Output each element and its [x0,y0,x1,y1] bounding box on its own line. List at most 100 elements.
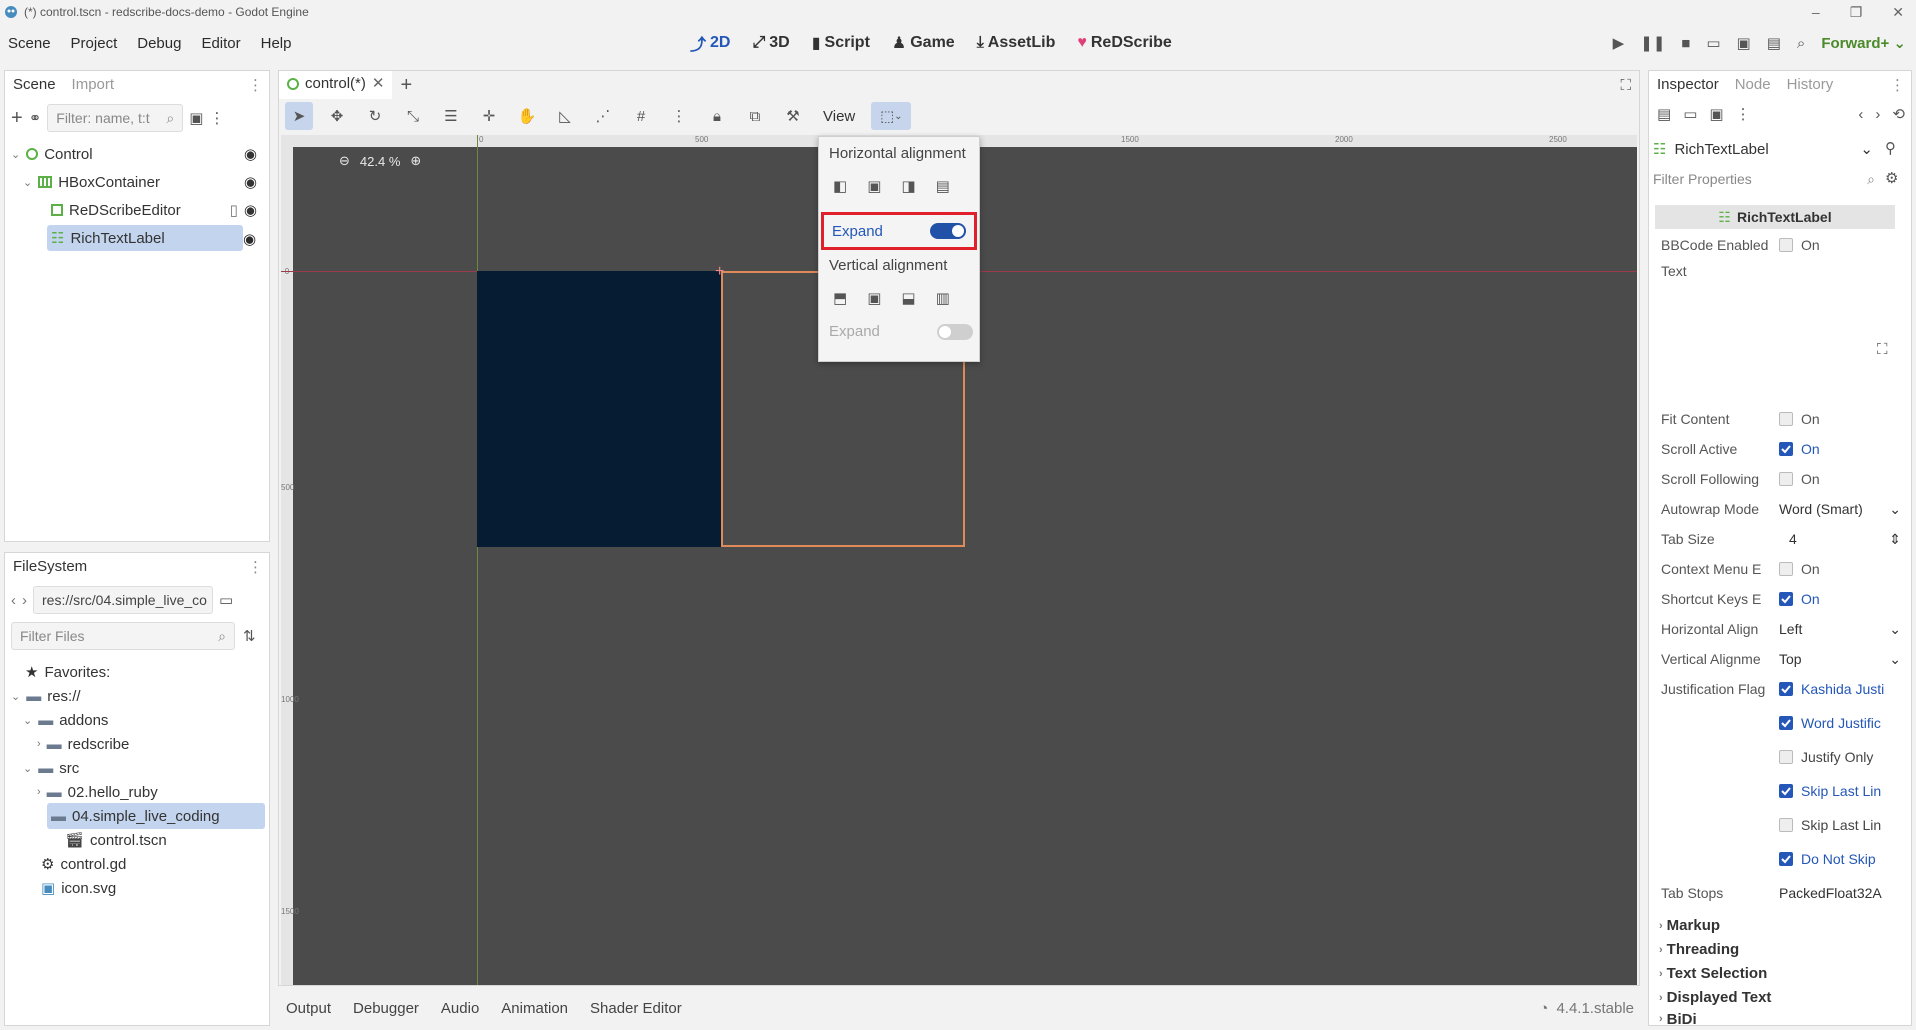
mode-assetlib[interactable]: ⤓ AssetLib [977,34,1056,52]
snap-options-icon[interactable]: ⋮ [665,102,693,130]
mode-2d[interactable]: ⤴ 2D [690,31,730,55]
maximize-button[interactable]: ❐ [1850,4,1863,21]
section-threading[interactable]: › Threading [1659,941,1739,958]
flag-checkbox-0[interactable] [1779,682,1793,696]
align-top-icon[interactable]: ⬒ [833,289,847,307]
zoom-level[interactable]: 42.4 % [360,154,400,169]
section-displayed-text[interactable]: › Displayed Text [1659,989,1771,1006]
flag-checkbox-2[interactable] [1779,750,1793,764]
group-icon[interactable]: ⧉ [741,102,769,130]
section-bidi[interactable]: › BiDi [1659,1013,1697,1025]
sort-icon[interactable]: ⇅ [243,627,256,645]
autowrap-select[interactable]: Word (Smart) ⌄ [1779,501,1901,518]
history-forward-icon[interactable]: › [1875,106,1880,123]
bbcode-checkbox[interactable] [1779,238,1793,252]
visibility-eye-icon[interactable]: ◉ [244,173,257,191]
tree-item-control[interactable]: ⌄ Control ◉ [11,141,261,167]
tab-inspector[interactable]: Inspector [1649,71,1727,99]
grid-snap-icon[interactable]: # [627,102,655,130]
tab-import[interactable]: Import [64,71,123,99]
chevron-down-icon[interactable]: ⌄ [23,714,32,727]
chevron-down-icon[interactable]: ⌄ [11,148,20,161]
mode-3d[interactable]: ⤢ 3D [752,34,789,52]
renderer-select[interactable]: Forward+ ⌄ [1821,34,1906,52]
h-align-select[interactable]: Left ⌄ [1779,621,1901,638]
dock-menu-icon[interactable]: ⋮ [248,558,263,576]
profile-icon[interactable]: ⌕ [1797,35,1805,52]
lock-icon[interactable]: 🔒︎ [703,102,731,130]
align-fill-icon[interactable]: ▤ [936,177,950,195]
dock-menu-icon[interactable]: ⋮ [248,76,263,94]
chevron-down-icon[interactable]: ⌄ [23,176,32,189]
chevron-down-icon[interactable]: ⌄ [11,690,20,703]
more-icon[interactable]: ⋮ [209,109,224,127]
scene-filter-input[interactable]: Filter: name, t:t ⌕ [47,104,184,132]
tab-audio[interactable]: Audio [441,1000,479,1017]
select-tool-icon[interactable]: ➤ [285,102,313,130]
pan-tool-icon[interactable]: ✋ [513,102,541,130]
script-attach-icon[interactable]: ▣ [189,109,203,127]
play-icon[interactable]: ▶ [1613,34,1625,52]
fs-file-icon-svg[interactable]: ▣ icon.svg [41,875,116,901]
expand-toggle-row[interactable]: Expand [821,212,977,250]
menu-scene[interactable]: Scene [8,35,51,52]
move-tool-icon[interactable]: ✥ [323,102,351,130]
filter-properties-input[interactable]: Filter Properties ⌕ [1653,165,1875,193]
expand2-toggle[interactable] [937,323,973,340]
tab-stops-value[interactable]: PackedFloat32A [1779,885,1882,901]
visibility-eye-icon[interactable]: ◉ [244,201,257,219]
add-node-icon[interactable]: + [11,107,23,130]
tab-shader-editor[interactable]: Shader Editor [590,1000,682,1017]
flag-checkbox-3[interactable] [1779,784,1793,798]
redscribe-editor-rect[interactable] [477,271,721,547]
menu-project[interactable]: Project [71,35,118,52]
align-middle-icon[interactable]: ▣ [867,289,881,307]
fullscreen-icon[interactable]: ⛶ [1620,77,1631,94]
tab-output[interactable]: Output [286,1000,331,1017]
dock-menu-icon[interactable]: ⋮ [1890,76,1905,94]
tab-filesystem[interactable]: FileSystem [5,553,96,581]
expand-text-icon[interactable]: ⛶ [1877,341,1888,358]
fs-folder-simple-live-coding[interactable]: ▬ 04.simple_live_coding [47,803,265,829]
script-icon[interactable]: ▯ [230,201,238,219]
fs-folder-redscribe[interactable]: › ▬ redscribe [37,731,129,757]
back-icon[interactable]: ‹ [11,592,16,609]
pivot-tool-icon[interactable]: ✛ [475,102,503,130]
minimize-button[interactable]: – [1812,4,1820,20]
mode-script[interactable]: ▮ Script [812,33,870,53]
align-center-icon[interactable]: ▣ [867,177,881,195]
tree-item-redscribeeditor[interactable]: ReDScribeEditor ▯ ◉ [51,197,261,223]
tab-animation[interactable]: Animation [501,1000,568,1017]
chevron-right-icon[interactable]: › [37,738,41,750]
pivot-cross-icon[interactable]: + [715,263,724,281]
save-icon[interactable]: ▣ [1709,105,1723,123]
ruler-tool-icon[interactable]: ◺ [551,102,579,130]
pause-icon[interactable]: ❚❚ [1640,34,1665,52]
flag-checkbox-5[interactable] [1779,852,1793,866]
flag-checkbox-1[interactable] [1779,716,1793,730]
add-tab-icon[interactable]: + [400,74,412,97]
stop-icon[interactable]: ■ [1681,35,1690,52]
align-vfill-icon[interactable]: ▥ [936,289,950,307]
fs-filter-input[interactable]: Filter Files ⌕ [11,622,235,650]
close-window-button[interactable]: ✕ [1892,4,1904,21]
bone-icon[interactable]: ⚒ [779,102,807,130]
object-history-icon[interactable]: ⟲ [1892,105,1905,123]
open-folder-icon[interactable]: ▭ [1683,105,1697,123]
fs-favorites[interactable]: ★ Favorites: [25,659,110,685]
fs-path-input[interactable]: res://src/04.simple_live_co [33,586,213,614]
scroll-active-checkbox[interactable] [1779,442,1793,456]
fs-file-control-tscn[interactable]: 🎬︎ control.tscn [65,827,167,853]
tab-size-spinbox[interactable]: 4 ⇕ [1779,531,1901,548]
context-menu-checkbox[interactable] [1779,562,1793,576]
expand-toggle[interactable] [930,223,966,239]
scroll-following-checkbox[interactable] [1779,472,1793,486]
chevron-right-icon[interactable]: › [37,786,41,798]
section-text-selection[interactable]: › Text Selection [1659,965,1767,982]
tree-item-hboxcontainer[interactable]: ⌄ HBoxContainer ◉ [23,169,261,195]
fs-res-root[interactable]: ⌄ ▬ res:// [11,683,81,709]
forward-icon[interactable]: › [22,592,27,609]
fs-folder-addons[interactable]: ⌄ ▬ addons [23,707,108,733]
doc-icon[interactable]: ⚲ [1885,139,1896,157]
flag-checkbox-4[interactable] [1779,818,1793,832]
